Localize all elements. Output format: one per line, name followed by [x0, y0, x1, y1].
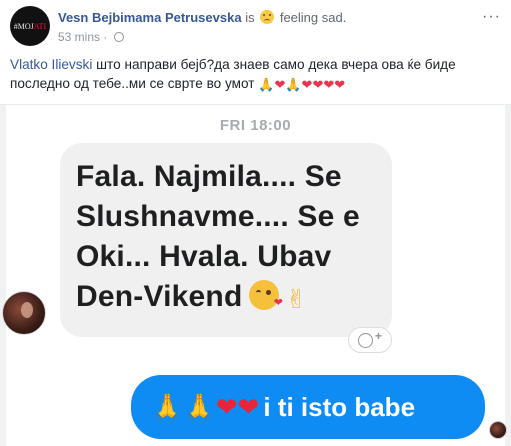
sender-avatar [2, 291, 46, 335]
post-text-line-2: последно од тебе..ми се свртe во умот [10, 76, 255, 91]
more-options-icon[interactable]: ··· [482, 8, 501, 26]
sent-message-bubble: 🙏🙏❤❤ i ti isto babe [131, 375, 485, 439]
mention-link[interactable]: Vlatko Ilievski [10, 57, 92, 72]
folded-hands-icon: 🙏 [258, 77, 275, 92]
author-line: Vesn Bejbimama Petrusevska is feeling sa… [58, 10, 346, 25]
image-edge-right [505, 105, 511, 446]
red-heart-icon: ❤ [312, 77, 324, 92]
author-name-link[interactable]: Vesn Bejbimama Petrusevska [58, 10, 242, 25]
plus-icon: + [374, 329, 382, 343]
feeling-text: feeling sad. [279, 10, 347, 25]
add-reaction-button[interactable]: + [348, 327, 392, 353]
author-avatar[interactable]: #MOJATI [10, 6, 50, 46]
victory-hand-icon: ✌ [285, 284, 308, 314]
red-heart-icon: ❤ [301, 77, 313, 92]
chat-screenshot-image[interactable]: FRI 18:00 Fala. Najmila.... Se Slushnavm… [0, 104, 511, 446]
red-heart-icon: ❤ [323, 77, 335, 92]
sent-message-text: i ti isto babe [263, 391, 416, 422]
sad-face-icon [260, 10, 275, 24]
red-heart-icon: ❤ [334, 77, 346, 92]
seen-indicator-avatar [489, 421, 507, 439]
post-time: 53 mins · [58, 30, 124, 44]
post-header: #MOJATI Vesn Bejbimama Petrusevska is fe… [10, 6, 505, 46]
folded-hands-icon: 🙏 [183, 392, 216, 422]
red-heart-icon: ❤ [274, 77, 286, 92]
post-text-line-1: што направи бејб?да знаев само дека вчер… [92, 57, 456, 72]
received-message-bubble: Fala. Najmila.... Se Slushnavme.... Se e… [60, 143, 392, 337]
folded-hands-icon: 🙏 [285, 77, 302, 92]
received-message-text: Fala. Najmila.... Se Slushnavme.... Se e… [76, 160, 360, 313]
chat-timestamp: FRI 18:00 [219, 117, 292, 134]
status-verb: is [245, 10, 255, 25]
add-reaction-icon [357, 332, 373, 348]
sent-emojis: 🙏🙏❤❤ [151, 391, 259, 423]
red-heart-icon: ❤ [215, 392, 238, 422]
image-edge-left [0, 105, 6, 446]
avatar-logo-text: #MOJATI [13, 21, 47, 31]
globe-icon[interactable] [113, 32, 124, 42]
post-timestamp-link[interactable]: 53 mins · [58, 30, 107, 44]
folded-hands-icon: 🙏 [151, 392, 184, 422]
red-heart-icon: ❤ [237, 392, 260, 422]
kissing-face-icon [248, 280, 283, 310]
post-text: Vlatko Ilievski што направи бејб?да знае… [10, 55, 500, 94]
